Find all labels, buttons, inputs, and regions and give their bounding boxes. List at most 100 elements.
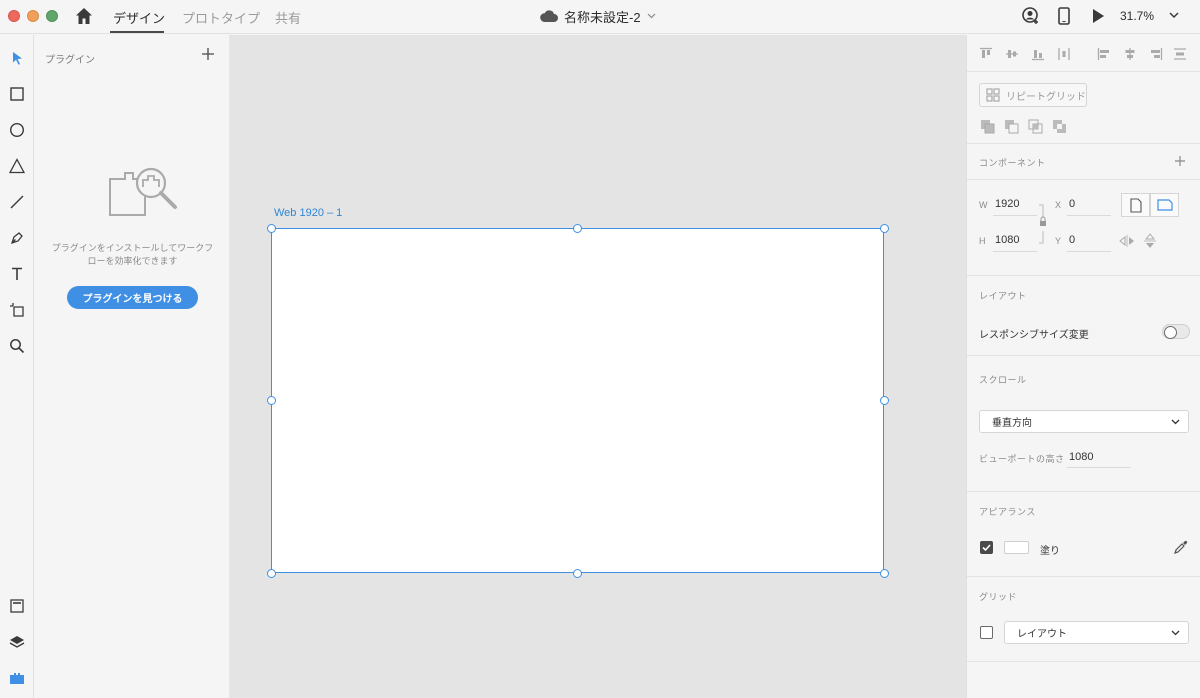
distribute-horizontal-icon[interactable]	[1057, 47, 1071, 61]
align-middle-icon[interactable]	[1005, 47, 1019, 61]
grid-checkbox[interactable]	[980, 626, 993, 639]
fill-checkbox[interactable]	[980, 541, 993, 554]
minimize-window-button[interactable]	[27, 10, 39, 22]
repeat-grid-icon	[986, 88, 1000, 102]
divider	[967, 179, 1200, 180]
artboard-label[interactable]: Web 1920 – 1	[274, 207, 342, 219]
aspect-lock-icon[interactable]	[1037, 203, 1049, 245]
play-icon[interactable]	[1091, 7, 1105, 25]
title-bar: デザイン プロトタイプ 共有 名称未設定-2 31.7%	[0, 0, 1200, 34]
x-field[interactable]: 0	[1069, 198, 1075, 210]
divider	[967, 143, 1200, 144]
home-icon[interactable]	[74, 6, 94, 26]
plugins-message-line2: ローを効率化できます	[87, 256, 178, 266]
resize-handle-left[interactable]	[267, 396, 276, 405]
align-bottom-icon[interactable]	[1031, 47, 1045, 61]
landscape-icon	[1156, 199, 1173, 211]
grid-type-value: レイアウト	[1017, 629, 1067, 640]
align-left-icon[interactable]	[1097, 47, 1111, 61]
x-label: X	[1055, 200, 1062, 210]
y-field[interactable]: 0	[1069, 234, 1075, 246]
resize-handle-bottom-right[interactable]	[880, 569, 889, 578]
height-field-underline	[993, 251, 1037, 252]
zoom-tool[interactable]	[4, 333, 30, 359]
resize-handle-bottom-left[interactable]	[267, 569, 276, 578]
assets-tool[interactable]	[4, 593, 30, 619]
viewport-height-field[interactable]: 1080	[1069, 451, 1093, 463]
plugins-panel: プラグイン プラグインをインストールしてワークフ ローを効率化できます プラグイ…	[35, 35, 230, 698]
divider	[967, 275, 1200, 276]
grid-type-select[interactable]: レイアウト	[1004, 621, 1189, 644]
plugin-search-illustration-icon	[109, 167, 177, 216]
resize-handle-top-left[interactable]	[267, 224, 276, 233]
plugins-tool[interactable]	[4, 665, 30, 691]
artboard[interactable]	[271, 228, 884, 573]
pen-icon	[10, 232, 23, 245]
pen-tool[interactable]	[4, 225, 30, 251]
boolean-intersect-icon[interactable]	[1028, 119, 1044, 135]
flip-horizontal-icon[interactable]	[1119, 235, 1135, 247]
zoom-level[interactable]: 31.7%	[1120, 9, 1154, 23]
polygon-tool[interactable]	[4, 153, 30, 179]
align-right-icon[interactable]	[1149, 47, 1163, 61]
ellipse-tool[interactable]	[4, 117, 30, 143]
tool-bar	[0, 35, 34, 698]
repeat-grid-label: リピートグリッド	[1006, 91, 1086, 103]
rectangle-tool[interactable]	[4, 81, 30, 107]
artboard-icon	[10, 303, 24, 317]
boolean-add-icon[interactable]	[980, 119, 996, 135]
tab-share[interactable]: 共有	[275, 8, 301, 27]
landscape-orientation-button[interactable]	[1150, 193, 1179, 217]
x-field-underline	[1067, 215, 1111, 216]
add-component-icon[interactable]	[1174, 155, 1186, 167]
device-preview-icon[interactable]	[1058, 7, 1070, 25]
fill-color-swatch[interactable]	[1004, 541, 1029, 554]
portrait-icon	[1129, 197, 1142, 213]
y-field-underline	[1067, 251, 1111, 252]
portrait-orientation-button[interactable]	[1121, 193, 1150, 217]
add-plugin-icon[interactable]	[201, 47, 215, 61]
resize-handle-right[interactable]	[880, 396, 889, 405]
grid-section-label: グリッド	[979, 592, 1018, 602]
close-window-button[interactable]	[8, 10, 20, 22]
divider	[967, 355, 1200, 356]
resize-handle-top-right[interactable]	[880, 224, 889, 233]
repeat-grid-button[interactable]: リピートグリッド	[979, 83, 1087, 107]
zoom-window-button[interactable]	[46, 10, 58, 22]
select-icon	[13, 52, 22, 65]
layers-tool[interactable]	[4, 629, 30, 655]
text-tool[interactable]	[4, 261, 30, 287]
active-tab-indicator	[110, 31, 164, 33]
line-tool[interactable]	[4, 189, 30, 215]
boolean-subtract-icon[interactable]	[1004, 119, 1020, 135]
tab-design[interactable]: デザイン	[113, 8, 165, 27]
zoom-chevron-down-icon[interactable]	[1169, 12, 1179, 19]
responsive-resize-toggle[interactable]	[1162, 324, 1190, 339]
boolean-exclude-icon[interactable]	[1052, 119, 1068, 135]
ellipse-icon	[9, 122, 25, 138]
resize-handle-top[interactable]	[573, 224, 582, 233]
distribute-vertical-icon[interactable]	[1173, 47, 1187, 61]
y-label: Y	[1055, 236, 1062, 246]
divider	[967, 576, 1200, 577]
flip-vertical-icon[interactable]	[1144, 233, 1156, 249]
document-title[interactable]: 名称未設定-2	[540, 6, 656, 26]
invite-user-icon[interactable]	[1022, 7, 1040, 25]
width-field[interactable]: 1920	[995, 198, 1019, 210]
plugins-panel-title: プラグイン	[45, 55, 95, 66]
components-section-label: コンポーネント	[979, 158, 1046, 168]
select-tool[interactable]	[4, 45, 30, 71]
eyedropper-icon[interactable]	[1173, 539, 1189, 555]
height-field[interactable]: 1080	[995, 234, 1019, 246]
assets-icon	[10, 599, 24, 613]
tab-prototype[interactable]: プロトタイプ	[182, 8, 260, 27]
artboard-tool[interactable]	[4, 297, 30, 323]
align-top-icon[interactable]	[979, 47, 993, 61]
align-center-icon[interactable]	[1123, 47, 1137, 61]
triangle-icon	[9, 158, 25, 174]
viewport-height-label: ビューポートの高さ	[979, 454, 1065, 464]
scroll-direction-select[interactable]: 垂直方向	[979, 410, 1189, 433]
discover-plugins-button[interactable]: プラグインを見つける	[67, 286, 198, 309]
checkmark-icon	[982, 544, 991, 552]
resize-handle-bottom[interactable]	[573, 569, 582, 578]
